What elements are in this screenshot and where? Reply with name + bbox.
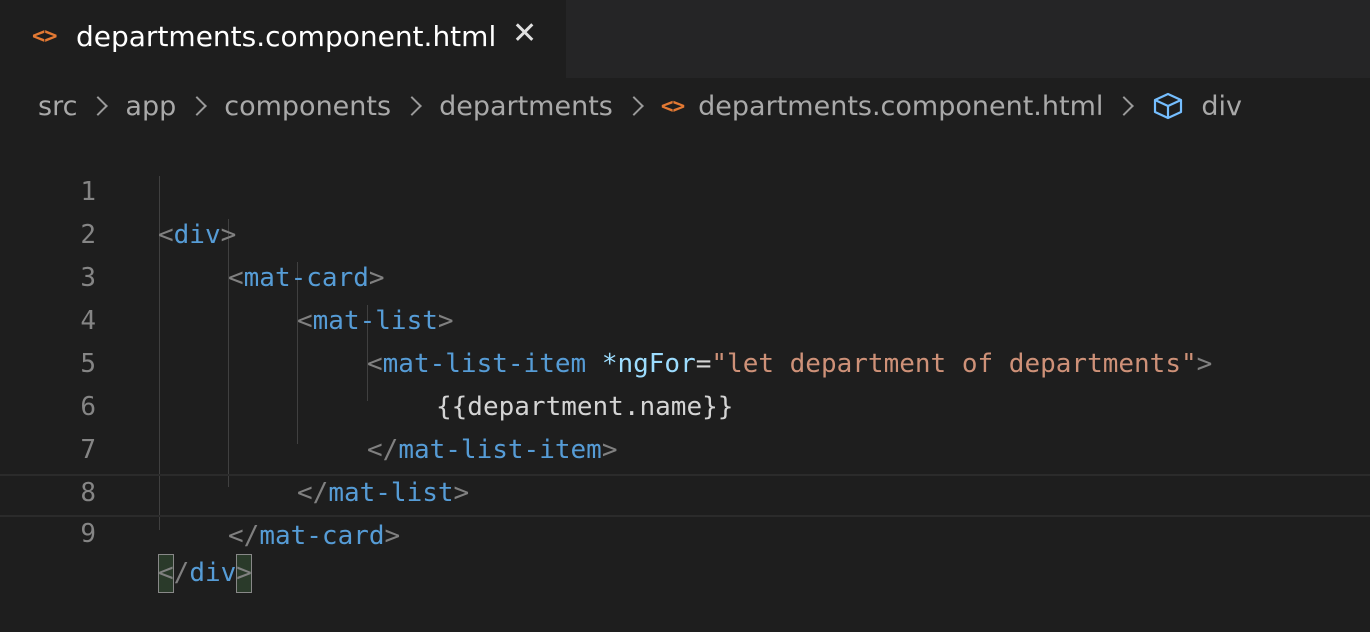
code-line: 6 </mat-list-item> [0,343,1370,465]
code-line: 3 <mat-list> [0,214,1370,336]
line-number: 9 [80,519,96,549]
code-editor[interactable]: 1 <div> 2 <mat-card> 3 <mat-list> 4 <mat… [0,128,1370,593]
chevron-right-icon [88,96,109,116]
tab-bar: <> departments.component.html ✕ [0,0,1370,78]
editor-tab-departments-component[interactable]: <> departments.component.html ✕ [0,0,566,78]
breadcrumb-item-symbol[interactable]: div [1201,91,1242,122]
breadcrumb-item-src[interactable]: src [38,91,77,122]
breadcrumb-item-departments[interactable]: departments [439,91,613,122]
code-line: 4 <mat-list-item *ngFor="let department … [0,257,1370,379]
cube-icon [1151,91,1185,121]
code-line: 5 {{department.name}} [0,300,1370,422]
code-line: 8 </mat-card> [0,429,1370,551]
breadcrumb-item-file[interactable]: departments.component.html [698,91,1103,122]
tab-title: departments.component.html [76,20,497,53]
html-file-icon: <> [32,24,57,49]
code-line-current: 9 </div> [0,474,1370,593]
chevron-right-icon [623,96,644,116]
chevron-right-icon [1114,96,1135,116]
breadcrumb-item-app[interactable]: app [125,91,176,122]
matched-bracket-close: > [236,554,252,593]
tag-name: mat-card [259,521,385,551]
code-line: 7 </mat-list> [0,386,1370,508]
code-line: 1 <div> [0,128,1370,250]
matched-bracket-open: < [158,554,174,593]
code-content: </mat-card> [228,515,400,558]
html-file-icon: <> [660,94,685,118]
code-content: </div> [158,554,252,593]
tag-bracket: > [384,521,401,551]
close-icon[interactable]: ✕ [512,19,537,49]
chevron-right-icon [187,96,208,116]
code-line: 2 <mat-card> [0,171,1370,293]
tag-name: div [189,558,237,588]
chevron-right-icon [402,96,422,116]
breadcrumb: src app components departments <> depart… [38,86,1242,126]
breadcrumb-item-components[interactable]: components [224,91,391,122]
tag-bracket: </ [228,521,260,551]
tag-slash: / [173,558,190,588]
